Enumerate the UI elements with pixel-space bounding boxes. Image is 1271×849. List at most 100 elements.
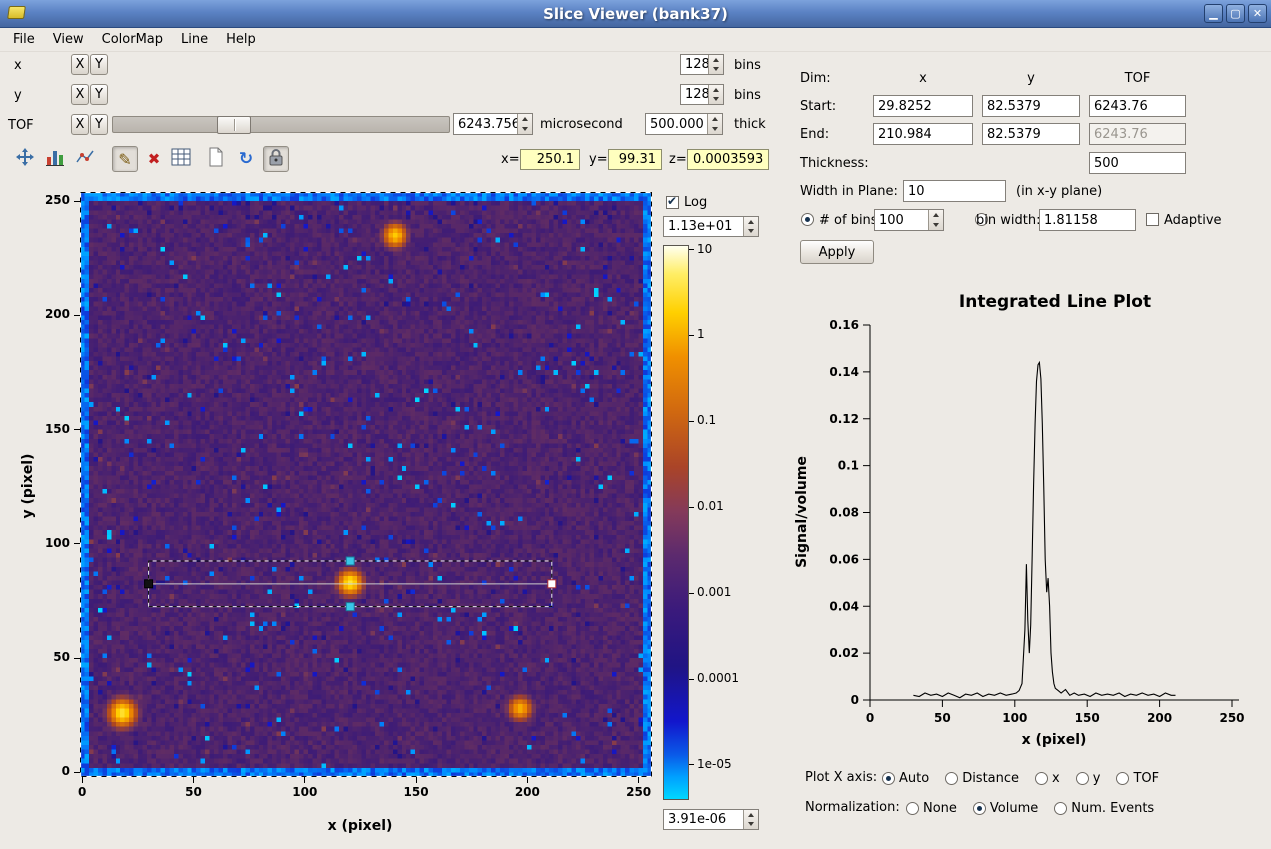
spin-arrows[interactable] [517,114,532,134]
start-label: Start: [800,99,836,114]
adaptive-checkbox[interactable] [1146,213,1159,226]
main-plot-ytick-label: 200 [38,307,70,321]
lock-button[interactable] [263,146,289,172]
pan-tool-button[interactable] [12,146,38,172]
refresh-button[interactable]: ↻ [233,146,259,172]
tof-slider[interactable] [112,116,450,133]
plot-x-axis-label-auto: Auto [899,771,929,786]
tof-row-y-button[interactable]: Y [90,114,108,135]
x-row-y-button[interactable]: Y [90,54,108,75]
tof-row-x-button[interactable]: X [71,114,89,135]
close-button[interactable]: ✕ [1248,4,1267,23]
y-bins-label: bins [734,88,761,103]
snapshot-button[interactable] [203,146,229,172]
chart-tool-button[interactable] [42,146,68,172]
plot-x-axis-radio-y[interactable] [1076,772,1089,785]
normalization-radio-volume[interactable] [973,802,986,815]
normalization-option-num-events[interactable]: Num. Events [1054,801,1154,816]
width-in-plane-field[interactable]: 10 [903,180,1006,202]
end-x-field[interactable]: 210.984 [873,123,973,145]
y-bins-spinbox[interactable]: 128 [680,84,724,105]
plot-x-axis-radio-tof[interactable] [1116,772,1129,785]
main-plot-ytick-label: 50 [38,650,70,664]
spin-arrows[interactable] [708,55,723,74]
spin-arrows[interactable] [743,217,758,236]
thickness-field[interactable]: 500 [1089,152,1186,174]
colorbar-min-spinbox[interactable]: 3.91e-06 [663,809,759,830]
plot-x-axis-radio-distance[interactable] [945,772,958,785]
width-top-handle[interactable] [346,557,354,565]
colorbar-tick-label: 0.0001 [697,671,739,685]
plot-x-axis-option-auto[interactable]: Auto [882,771,929,786]
line-plot-xtick-label: 100 [1002,711,1027,725]
normalization-radio-num-events[interactable] [1054,802,1067,815]
plot-x-axis-radio-x[interactable] [1035,772,1048,785]
normalization-label: Normalization: [805,800,900,815]
bin-width-field[interactable]: 1.81158 [1039,209,1136,231]
colorbar-gradient[interactable] [663,245,689,800]
start-y-field[interactable]: 82.5379 [982,95,1080,117]
colorbar-tick [689,421,694,422]
main-plot-xtick-label: 0 [67,785,97,799]
end-y-field[interactable]: 82.5379 [982,123,1080,145]
plot-x-axis-option-distance[interactable]: Distance [945,771,1019,786]
x-bins-spinbox[interactable]: 128 [680,54,724,75]
main-plot-ytick-label: 0 [38,764,70,778]
y-bins-value: 128 [685,87,710,102]
menu-item-line[interactable]: Line [172,29,217,50]
num-bins-radio[interactable] [801,213,814,226]
slice-overlay[interactable] [80,192,652,777]
plot-x-axis-options: Auto Distance x y TOF [882,768,1159,788]
width-bottom-handle[interactable] [346,603,354,611]
spin-arrows[interactable] [708,85,723,104]
draw-line-button[interactable]: ✎ [112,146,138,172]
menu-item-file[interactable]: File [4,29,44,50]
main-plot-xtick [416,777,417,783]
colorbar-tick [689,507,694,508]
line-plot-ytick-label: 0.08 [829,506,859,520]
table-view-button[interactable] [168,146,194,172]
normalization-label-volume: Volume [990,801,1038,816]
start-x-field[interactable]: 29.8252 [873,95,973,117]
line-plot-xtick-label: 0 [866,711,874,725]
normalization-label-num-events: Num. Events [1071,801,1154,816]
spin-arrows[interactable] [928,210,943,230]
x-row-label: x [14,58,22,73]
titlebar[interactable]: Slice Viewer (bank37) ▁ ▢ ✕ [0,0,1271,28]
maximize-button[interactable]: ▢ [1226,4,1245,23]
line-end-handle[interactable] [548,580,556,588]
line-plot-ytick-label: 0.04 [829,599,859,613]
y-row-x-button[interactable]: X [71,84,89,105]
normalization-option-volume[interactable]: Volume [973,801,1038,816]
num-bins-value: 100 [879,213,904,228]
normalization-option-none[interactable]: None [906,801,957,816]
log-checkbox[interactable] [666,196,679,209]
minimize-button[interactable]: ▁ [1204,4,1223,23]
plot-x-axis-radio-auto[interactable] [882,772,895,785]
tof-thickness-spinbox[interactable]: 500.000 [645,113,723,135]
line-plot-ytick-label: 0.1 [838,459,859,473]
cursor-x-value: 250.1 [520,149,580,170]
y-row-y-button[interactable]: Y [90,84,108,105]
line-start-handle[interactable] [145,580,153,588]
tof-value-spinbox[interactable]: 6243.756 [453,113,533,135]
line-plot-xtick-label: 200 [1147,711,1172,725]
start-tof-field[interactable]: 6243.76 [1089,95,1186,117]
colorbar-max-spinbox[interactable]: 1.13e+01 [663,216,759,237]
plot-x-axis-option-y[interactable]: y [1076,771,1101,786]
apply-button[interactable]: Apply [800,240,874,264]
menu-item-colormap[interactable]: ColorMap [93,29,172,50]
menu-item-view[interactable]: View [44,29,93,50]
tof-unit-label: microsecond [540,117,623,132]
line-overlay-tool-button[interactable] [72,146,98,172]
spin-arrows[interactable] [707,114,722,134]
spin-arrows[interactable] [743,810,758,829]
num-bins-spinbox[interactable]: 100 [874,209,944,231]
menu-item-help[interactable]: Help [217,29,265,50]
x-row-x-button[interactable]: X [71,54,89,75]
normalization-radio-none[interactable] [906,802,919,815]
plot-x-axis-option-x[interactable]: x [1035,771,1060,786]
tof-slider-handle[interactable] [217,116,251,134]
plot-x-axis-option-tof[interactable]: TOF [1116,771,1159,786]
clear-line-button[interactable]: ✖ [141,146,167,172]
